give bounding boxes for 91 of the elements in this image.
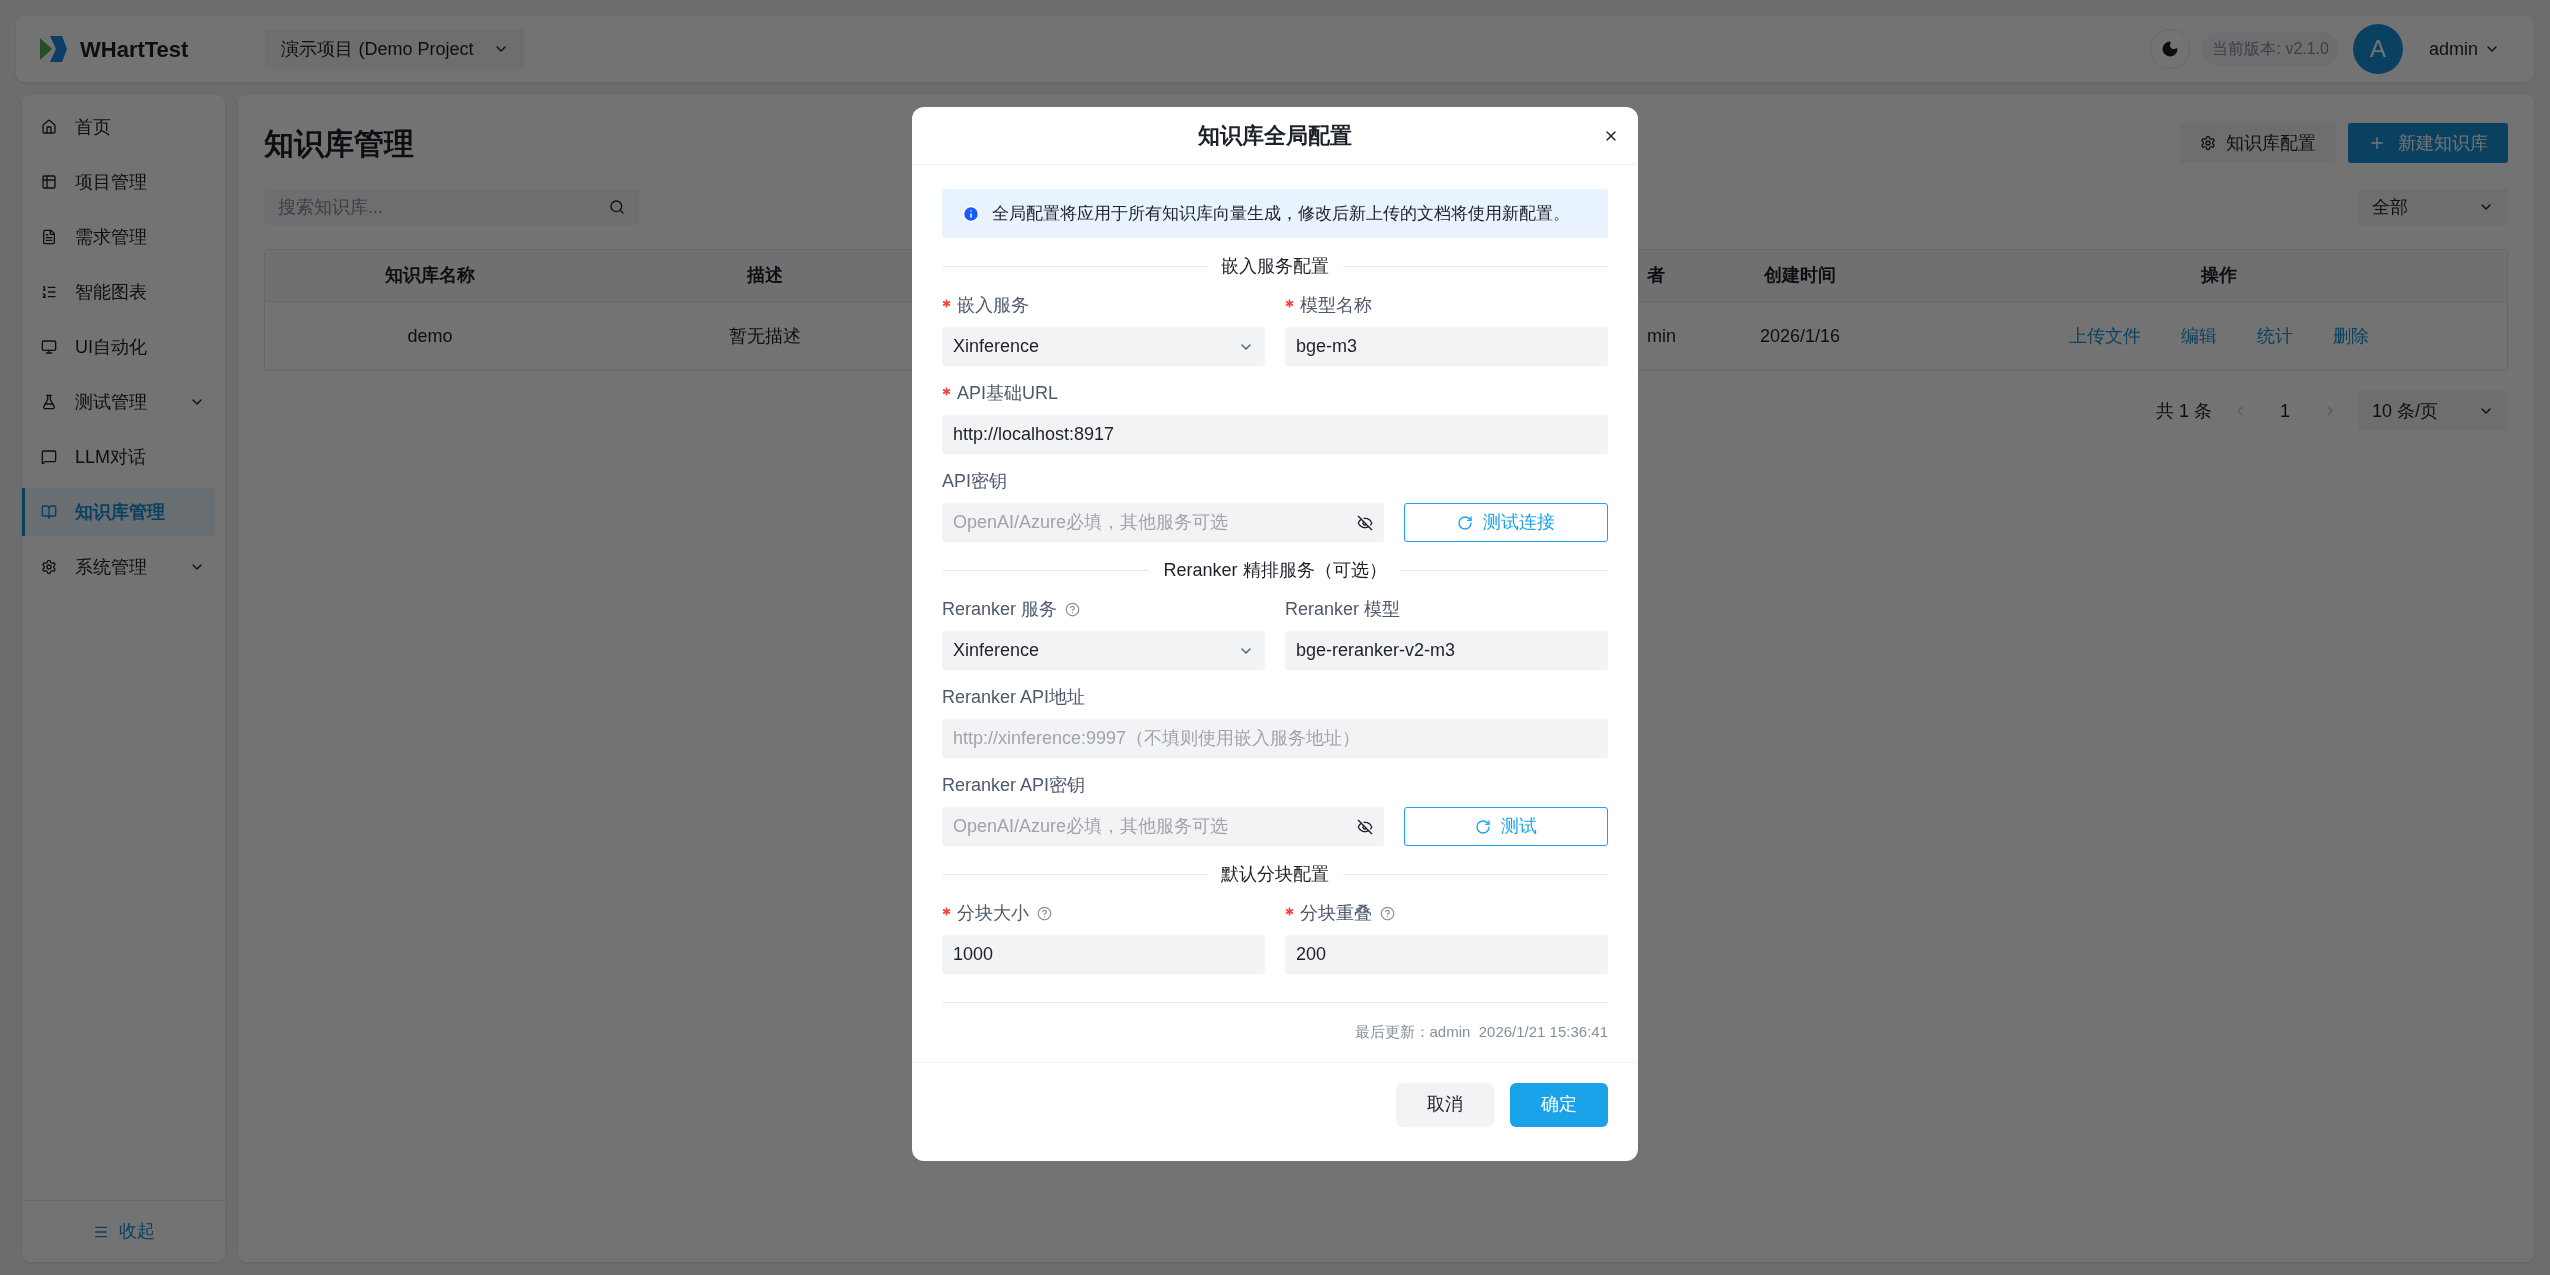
confirm-button[interactable]: 确定 xyxy=(1510,1082,1608,1127)
menu-icon xyxy=(41,339,57,355)
sidebar-item[interactable]: 首页 xyxy=(22,103,215,151)
sidebar-item[interactable]: 测试管理 xyxy=(22,378,215,426)
menu-icon xyxy=(41,504,57,520)
app-name: WHartTest xyxy=(80,35,189,64)
menu-icon xyxy=(41,284,57,300)
user-menu[interactable]: admin xyxy=(2428,35,2500,63)
help-icon xyxy=(1037,905,1052,921)
dialog-title: 知识库全局配置 xyxy=(1198,122,1352,150)
menu-icon xyxy=(41,559,57,575)
required-asterisk-icon xyxy=(942,906,951,916)
menu-icon xyxy=(41,394,57,410)
filter-select[interactable]: 全部 xyxy=(2358,189,2508,225)
eye-off-icon xyxy=(1357,818,1373,835)
password-field[interactable]: OpenAI/Azure必填，其他服务可选 xyxy=(942,503,1384,542)
select-field[interactable]: Xinference xyxy=(942,327,1265,366)
input-field[interactable]: bge-reranker-v2-m3 xyxy=(1285,631,1608,670)
menu-icon xyxy=(41,449,57,465)
required-asterisk-icon xyxy=(1285,298,1294,308)
action-link[interactable]: 编辑 xyxy=(2180,322,2217,350)
section-title: 默认分块配置 xyxy=(1221,862,1329,886)
page-number[interactable]: 1 xyxy=(2268,397,2302,425)
column-header: 描述 xyxy=(747,265,783,285)
help-icon xyxy=(1380,905,1395,921)
sidebar-item[interactable]: UI自动化 xyxy=(22,323,215,371)
table-cell: 2026/1/16 xyxy=(1759,325,1841,346)
menu-icon xyxy=(41,119,57,135)
table-cell: 暂无描述 xyxy=(729,325,801,346)
field-label: API基础URL xyxy=(957,381,1059,405)
new-button[interactable]: 新建知识库 xyxy=(2348,123,2508,163)
settings-icon xyxy=(2200,135,2216,151)
help-icon xyxy=(1065,601,1081,617)
menu-icon xyxy=(41,229,57,245)
field-label: Reranker 模型 xyxy=(1285,597,1401,621)
field-label: 模型名称 xyxy=(1300,293,1372,317)
field-label: 分块大小 xyxy=(957,901,1029,925)
sidebar-item[interactable]: 需求管理 xyxy=(22,213,215,261)
page-title: 知识库管理 xyxy=(264,125,414,162)
cancel-button[interactable]: 取消 xyxy=(1396,1082,1494,1127)
column-header: 操作 xyxy=(2200,265,2237,285)
password-field[interactable]: OpenAI/Azure必填，其他服务可选 xyxy=(942,807,1384,846)
menu-icon xyxy=(41,174,57,190)
input-field[interactable]: bge-m3 xyxy=(1285,327,1608,366)
column-header: 者 xyxy=(1647,265,1665,285)
column-header: 知识库名称 xyxy=(385,265,475,285)
total-count: 共 1 条 xyxy=(2155,399,2212,423)
input-field[interactable]: 1000 xyxy=(942,935,1265,974)
action-link[interactable]: 删除 xyxy=(2332,322,2369,350)
user-avatar[interactable]: A xyxy=(2352,24,2403,74)
config-button[interactable]: 知识库配置 xyxy=(2180,123,2336,163)
refresh-icon xyxy=(1475,818,1491,835)
logo-icon xyxy=(38,34,68,64)
test-button[interactable]: 测试 xyxy=(1404,807,1608,846)
info-text: 全局配置将应用于所有知识库向量生成，修改后新上传的文档将使用新配置。 xyxy=(992,202,1570,225)
input-field[interactable]: http://xinference:9997（不填则使用嵌入服务地址） xyxy=(942,719,1608,758)
sidebar-item[interactable]: 智能图表 xyxy=(22,268,215,316)
action-link[interactable]: 上传文件 xyxy=(2068,322,2141,350)
select-field[interactable]: Xinference xyxy=(942,631,1265,670)
input-field[interactable]: 200 xyxy=(1285,935,1608,974)
action-link[interactable]: 统计 xyxy=(2256,322,2293,350)
sidebar-item[interactable]: 项目管理 xyxy=(22,158,215,206)
field-label: Reranker 服务 xyxy=(942,597,1058,621)
field-label: Reranker API密钥 xyxy=(942,773,1086,797)
project-select[interactable]: 演示项目 (Demo Project xyxy=(265,29,526,69)
field-label: 分块重叠 xyxy=(1300,901,1372,925)
field-label: Reranker API地址 xyxy=(942,685,1086,709)
moon-icon xyxy=(2161,40,2180,58)
field-label: API密钥 xyxy=(942,469,1007,493)
info-icon xyxy=(962,204,980,223)
table-cell: demo xyxy=(407,325,453,346)
collapse-button[interactable]: 收起 xyxy=(92,1218,155,1245)
sidebar-item[interactable]: 系统管理 xyxy=(22,543,215,591)
field-label: 嵌入服务 xyxy=(957,293,1029,317)
required-asterisk-icon xyxy=(1285,906,1294,916)
sidebar-item[interactable]: 知识库管理 xyxy=(22,488,215,536)
plus-icon xyxy=(2368,134,2386,152)
required-asterisk-icon xyxy=(942,298,951,308)
refresh-icon xyxy=(1457,514,1473,531)
column-header: 创建时间 xyxy=(1764,265,1836,285)
test-button[interactable]: 测试连接 xyxy=(1404,503,1608,542)
last-updated: 最后更新：admin 2026/1/21 15:36:41 xyxy=(1354,1022,1608,1042)
eye-off-icon xyxy=(1357,514,1373,531)
required-asterisk-icon xyxy=(942,386,951,396)
section-title: Reranker 精排服务（可选） xyxy=(1163,558,1387,582)
input-field[interactable]: http://localhost:8917 xyxy=(942,415,1608,454)
table-cell: min xyxy=(1647,325,1676,346)
page-size-select[interactable]: 10 条/页 xyxy=(2358,391,2508,431)
sidebar-item[interactable]: LLM对话 xyxy=(22,433,215,481)
search-icon xyxy=(609,199,625,215)
section-title: 嵌入服务配置 xyxy=(1221,254,1329,278)
